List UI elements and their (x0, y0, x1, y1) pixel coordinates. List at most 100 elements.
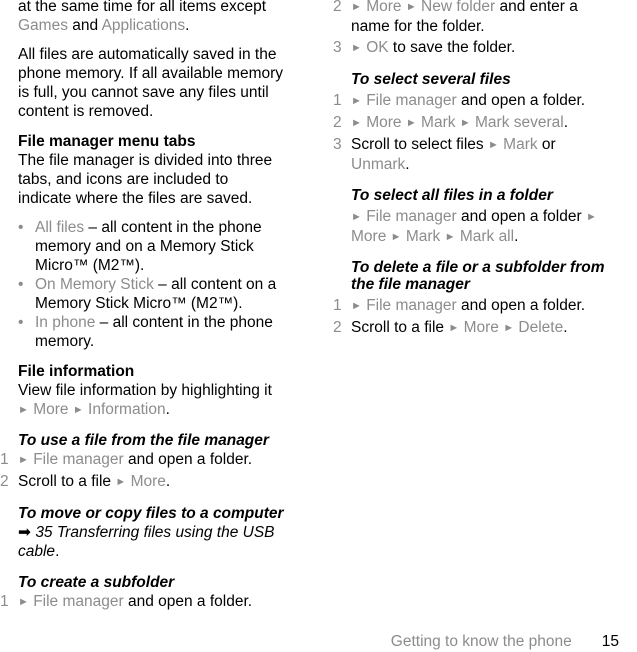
text: To delete a file or a subfolder from (351, 259, 605, 276)
arrow-icon: ► (444, 231, 456, 243)
arrow-icon: ► (405, 117, 417, 129)
cross-reference: ➡ 35 Transferring files using the USB cab… (18, 523, 308, 561)
step-number: 1 (0, 593, 9, 610)
step: 3 Scroll to select files ► Mark or Unmark. (333, 135, 631, 174)
menu-term: File manager (366, 297, 457, 314)
reference-arrow-icon: ➡ (18, 524, 31, 541)
arrow-icon: ► (448, 322, 460, 334)
text: memory and on a Memory Stick (35, 238, 254, 255)
text: . (514, 228, 519, 245)
page-number: 15 (601, 633, 619, 650)
arrow-icon: ► (459, 117, 471, 129)
arrow-icon: ► (585, 211, 597, 223)
arrow-icon: ► (405, 1, 417, 13)
step: 2 Scroll to a file ► More. (0, 472, 308, 492)
menu-term: Delete (518, 319, 564, 336)
step: 2 Scroll to a file ► More ► Delete. (333, 318, 631, 338)
text: is full, you cannot save any files until (18, 84, 269, 101)
text: phone memory. If all available memory (18, 65, 284, 82)
select-all-paragraph: ► File manager and open a folder ► More ►… (351, 207, 631, 247)
menu-term: More (351, 228, 387, 245)
arrow-icon: ► (18, 454, 29, 466)
menu-term: More (366, 0, 402, 15)
text: Scroll to a file (18, 473, 116, 490)
text: Scroll to a file (351, 319, 449, 336)
section-title: Getting to know the phone (390, 633, 572, 650)
arrow-icon: ► (503, 322, 515, 334)
text: and open a folder. (123, 593, 253, 610)
menu-term: More (130, 473, 166, 490)
text: . (563, 114, 569, 131)
text: Memory Stick Micro™ (M2™). (35, 295, 243, 312)
arrow-icon: ► (72, 404, 84, 416)
text: Micro™ (M2™). (35, 257, 145, 274)
menu-term: Mark all (459, 228, 515, 245)
text: to save the folder. (388, 39, 516, 56)
right-column: 2 ► More ► New folder and enter a name for… (333, 0, 631, 338)
arrow-icon: ► (18, 596, 29, 608)
subfolder-heading: To create a subfolder (18, 574, 175, 591)
arrow-icon: ► (351, 300, 362, 312)
step-number: 1 (333, 297, 342, 314)
bullet-icon: • (18, 276, 24, 293)
menu-term: Mark (503, 136, 538, 153)
text: the file manager (351, 276, 470, 293)
menu-term: More (33, 401, 69, 418)
text: The file manager is divided into three (18, 152, 273, 169)
text: Scroll to select files (351, 136, 488, 153)
text: View file information by highlighting it (18, 382, 272, 399)
step: 1 ► File manager and open a folder. (333, 296, 631, 316)
step-number: 3 (333, 136, 342, 153)
menu-term: File manager (33, 593, 124, 610)
step: 1 ► File manager and open a folder. (0, 450, 308, 470)
saved-paragraph: All files are automatically saved in the… (18, 45, 308, 121)
text: tabs, and icons are included to (18, 171, 229, 188)
info-paragraph: View file information by highlighting it… (18, 382, 272, 418)
left-column: at the same time for all items except Ga… (0, 0, 308, 612)
arrow-icon: ► (390, 231, 402, 243)
move-heading: To move or copy files to a computer (18, 505, 284, 522)
step-number: 2 (333, 319, 342, 336)
menu-term: On Memory Stick (35, 276, 154, 293)
bullet-icon: • (18, 314, 24, 331)
step-number: 2 (333, 114, 342, 131)
step: 2 ► More ► New folder and enter a name for… (333, 0, 631, 36)
menu-term: More (463, 319, 499, 336)
step-number: 1 (0, 451, 9, 468)
menu-term: More (366, 114, 402, 131)
text: and open a folder. (456, 92, 586, 109)
tabs-list: • All files – all content in the phone mem… (18, 218, 308, 351)
menu-term: File manager (366, 92, 457, 109)
info-heading: File information (18, 363, 135, 380)
intro-paragraph: at the same time for all items except Ga… (18, 0, 308, 35)
menu-term-games: Games (18, 17, 68, 34)
text: and enter a (495, 0, 578, 15)
step-number: 1 (333, 92, 342, 109)
text: . (55, 543, 60, 560)
list-item: • In phone – all content in the phone memo… (18, 313, 308, 351)
arrow-icon: ► (351, 42, 362, 54)
step: 3 ► OK to save the folder. (333, 38, 631, 58)
step: 1 ► File manager and open a folder. (0, 592, 308, 612)
menu-term: File manager (366, 208, 457, 225)
arrow-icon: ► (115, 476, 127, 488)
text: name for the folder. (351, 18, 485, 35)
text: cable (18, 543, 56, 560)
menu-term: New folder (421, 0, 496, 15)
text: memory. (35, 333, 95, 350)
text: or (537, 136, 556, 153)
tabs-paragraph: The file manager is divided into three t… (18, 151, 308, 208)
text: – all content on a (153, 276, 277, 293)
text: and open a folder. (456, 297, 586, 314)
menu-term: In phone (35, 314, 96, 331)
arrow-icon: ► (487, 139, 499, 151)
text: – all content in the phone (84, 219, 262, 236)
menu-term: Information (88, 401, 166, 418)
text: All files are automatically saved in the (18, 46, 277, 63)
text: 35 Transferring files using the USB (35, 524, 275, 541)
text: and (67, 17, 102, 34)
arrow-icon: ► (351, 95, 362, 107)
menu-term: Mark (421, 114, 456, 131)
step: 1 ► File manager and open a folder. (333, 91, 631, 111)
menu-term: Unmark (351, 156, 406, 173)
